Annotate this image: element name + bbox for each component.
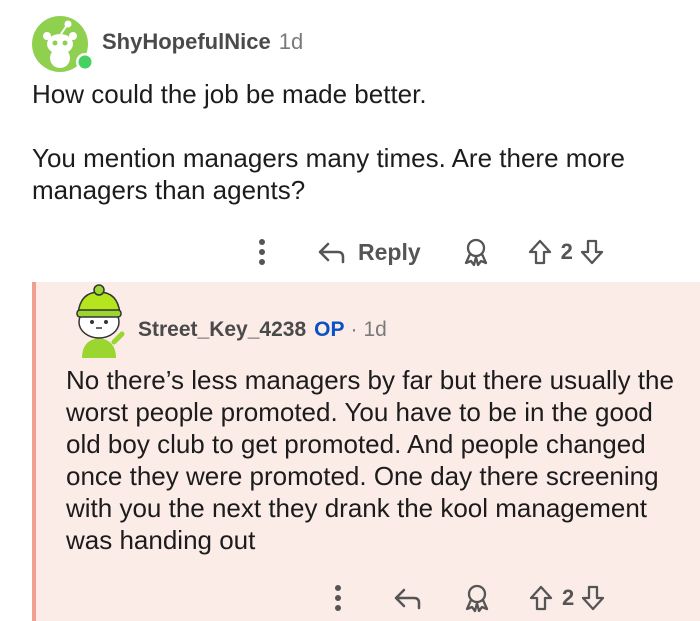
comment-parent: ShyHopefulNice 1d How could the job be ma… [0,0,700,282]
reply-user-avatar[interactable] [68,282,130,358]
upvote-icon[interactable] [528,584,554,612]
comment-reply: Street_Key_4238 OP · 1d No there’s less man… [32,282,700,621]
upvote-icon[interactable] [527,238,553,266]
reply-actions: 2 [324,578,606,618]
reply-body: No there’s less managers by far but ther… [66,365,674,555]
reply-meta: Street_Key_4238 OP · 1d [138,316,387,344]
comment-age: 1d [278,29,304,54]
reply-button[interactable]: Reply [316,239,421,266]
vote-controls: 2 [528,584,606,612]
reply-username[interactable]: Street_Key_4238 [138,318,306,341]
vote-count: 2 [562,585,575,610]
op-badge: OP [314,318,345,341]
comment-actions: Reply 2 [248,232,605,272]
reply-age: 1d [363,318,387,341]
award-icon[interactable] [461,237,491,267]
comment-meta: ShyHopefulNice 1d [102,28,303,56]
downvote-icon[interactable] [580,584,606,612]
reply-arrow-icon[interactable] [392,586,422,610]
username[interactable]: ShyHopefulNice [102,29,271,54]
more-options-icon[interactable] [324,583,352,613]
meta-separator: · [350,318,358,341]
comment-paragraph: You mention managers many times. Are the… [32,143,625,205]
vote-count: 2 [560,239,573,264]
reply-label: Reply [358,238,421,265]
more-options-icon[interactable] [248,237,276,267]
vote-controls: 2 [527,238,605,266]
user-avatar[interactable] [30,14,96,74]
award-icon[interactable] [462,583,492,613]
comment-paragraph: How could the job be made better. [32,79,427,109]
reply-arrow-icon [318,242,345,264]
downvote-icon[interactable] [579,238,605,266]
comment-body: How could the job be made better. You me… [32,78,672,206]
